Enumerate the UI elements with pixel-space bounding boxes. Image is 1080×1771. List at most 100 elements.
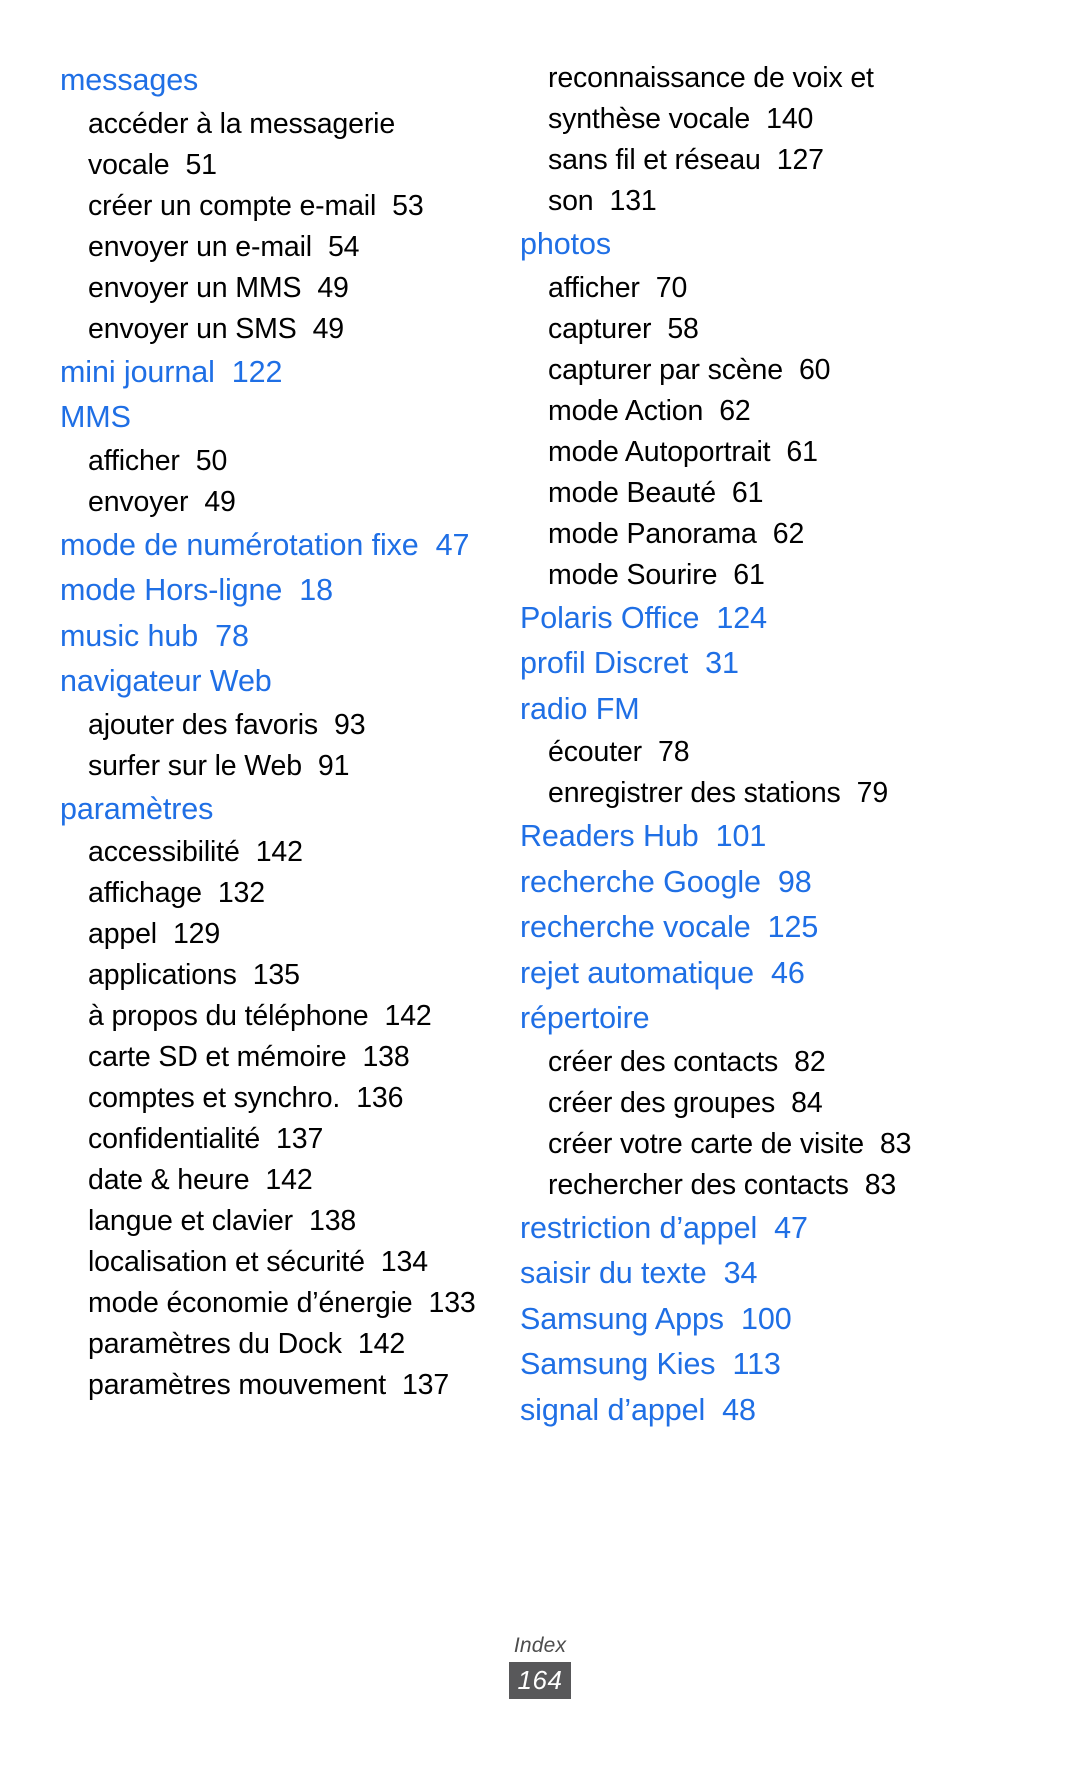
index-subentry-capturer[interactable]: capturer 58 [520,309,952,350]
index-subentry-label: mode Action [548,394,704,427]
index-subentry-page-number: 50 [195,444,228,477]
index-entry-label: photos [520,227,611,261]
index-entry-radio-fm[interactable]: radio FM [520,687,952,733]
index-entry-page-number: 31 [705,646,739,680]
index-subentry-carte-sd-et-memoire[interactable]: carte SD et mémoire 138 [60,1037,492,1078]
index-subentry-comptes-et-synchro[interactable]: comptes et synchro. 136 [60,1078,492,1119]
index-subentry-creer-des-groupes[interactable]: créer des groupes 84 [520,1083,952,1124]
index-entry-page-number: 34 [723,1256,758,1290]
index-group-profil-discret: profil Discret 31 [520,641,952,687]
index-entry-recherche-google[interactable]: recherche Google 98 [520,860,952,906]
index-subentry-surfer-sur-le-web[interactable]: surfer sur le Web 91 [60,746,492,787]
index-subentry-enregistrer-des-stations[interactable]: enregistrer des stations 79 [520,773,952,814]
index-subentry-confidentialite[interactable]: confidentialité 137 [60,1119,492,1160]
index-entry-mode-hors-ligne[interactable]: mode Hors-ligne 18 [60,568,492,614]
index-entry-polaris-office[interactable]: Polaris Office 124 [520,596,952,642]
index-subentry-envoyer-un-mms[interactable]: envoyer un MMS 49 [60,268,492,309]
index-entry-parametres[interactable]: paramètres [60,787,492,833]
index-subentry-acceder-a-la-messagerie-vocale[interactable]: accéder à la messagerie vocale 51 [60,104,492,186]
index-group-photos: photos afficher 70 capturer 58 capturer par s… [520,222,952,596]
index-subentry-label: afficher [548,271,640,304]
index-subentry-label: créer votre carte de visite [548,1127,864,1160]
index-subentry-page-number: 49 [317,271,349,304]
index-subentry-accessibilite[interactable]: accessibilité 142 [60,832,492,873]
index-subentry-page-number: 83 [864,1168,897,1201]
index-subentry-page-number: 70 [655,271,688,304]
index-entry-list-right: photos afficher 70 capturer 58 capturer par s… [520,222,952,1433]
index-entry-mini-journal[interactable]: mini journal 122 [60,350,492,396]
index-entry-repertoire[interactable]: répertoire [520,996,952,1042]
index-subentry-page-number: 58 [667,312,699,345]
index-group-rejet-automatique: rejet automatique 46 [520,951,952,997]
index-entry-list-left: messages accéder à la messagerie vocale 51… [60,58,492,1406]
index-entry-mms[interactable]: MMS [60,395,492,441]
index-subentry-envoyer-un-sms[interactable]: envoyer un SMS 49 [60,309,492,350]
index-group-samsung-apps: Samsung Apps 100 [520,1297,952,1343]
index-column-left: messages accéder à la messagerie vocale 51… [60,58,492,1406]
index-group-parametres: paramètres accessibilité 142 affichage 132 ap… [60,787,492,1407]
index-entry-label: mode Hors-ligne [60,573,283,607]
index-subentry-label: date & heure [88,1164,250,1196]
index-entry-rejet-automatique[interactable]: rejet automatique 46 [520,951,952,997]
index-subentry-list: accéder à la messagerie vocale 51 créer un… [60,104,492,350]
index-subentry-envoyer[interactable]: envoyer 49 [60,482,492,523]
index-entry-mode-de-numerotation-fixe[interactable]: mode de numérotation fixe 47 [60,523,492,569]
index-subentry-a-propos-du-telephone[interactable]: à propos du téléphone 142 [60,996,492,1037]
index-entry-samsung-kies[interactable]: Samsung Kies 113 [520,1342,952,1388]
index-subentry-mode-panorama[interactable]: mode Panorama 62 [520,514,952,555]
index-subentry-parametres-du-dock[interactable]: paramètres du Dock 142 [60,1324,492,1365]
index-subentry-label: paramètres du Dock [88,1328,342,1360]
index-subentry-mode-autoportrait[interactable]: mode Autoportrait 61 [520,432,952,473]
index-subentry-date-heure[interactable]: date & heure 142 [60,1160,492,1201]
index-entry-profil-discret[interactable]: profil Discret 31 [520,641,952,687]
index-subentry-sans-fil-et-reseau[interactable]: sans fil et réseau 127 [520,140,952,181]
index-subentry-ajouter-des-favoris[interactable]: ajouter des favoris 93 [60,705,492,746]
index-entry-saisir-du-texte[interactable]: saisir du texte 34 [520,1251,952,1297]
index-subentry-label: écouter [548,736,643,768]
index-subentry-envoyer-un-e-mail[interactable]: envoyer un e-mail 54 [60,227,492,268]
index-subentry-afficher[interactable]: afficher 70 [520,268,952,309]
index-subentry-affichage[interactable]: affichage 132 [60,873,492,914]
index-columns: messages accéder à la messagerie vocale 51… [60,58,1020,1488]
index-entry-recherche-vocale[interactable]: recherche vocale 125 [520,905,952,951]
index-subentry-mode-action[interactable]: mode Action 62 [520,391,952,432]
index-entry-label: radio FM [520,691,640,726]
index-subentry-applications[interactable]: applications 135 [60,955,492,996]
index-subentry-label: accéder à la messagerie vocale [88,107,396,181]
index-subentry-creer-votre-carte-de-visite[interactable]: créer votre carte de visite 83 [520,1124,952,1165]
index-subentry-afficher[interactable]: afficher 50 [60,441,492,482]
index-subentry-mode-sourire[interactable]: mode Sourire 61 [520,555,952,596]
index-entry-signal-d-appel[interactable]: signal d’appel 48 [520,1388,952,1434]
index-subentry-parametres-mouvement[interactable]: paramètres mouvement 137 [60,1365,492,1406]
index-subentry-creer-des-contacts[interactable]: créer des contacts 82 [520,1042,952,1083]
index-entry-page-number: 47 [774,1210,808,1245]
index-subentry-langue-et-clavier[interactable]: langue et clavier 138 [60,1201,492,1242]
index-entry-messages[interactable]: messages [60,58,492,104]
index-entry-photos[interactable]: photos [520,222,952,268]
index-subentry-capturer-par-scene[interactable]: capturer par scène 60 [520,350,952,391]
footer-section-label: Index [513,1634,567,1657]
index-subentry-mode-economie-d-energie[interactable]: mode économie d’énergie 133 [60,1283,492,1324]
index-subentry-list: ajouter des favoris 93 surfer sur le Web 91 [60,705,492,787]
index-subentry-mode-beaute[interactable]: mode Beauté 61 [520,473,952,514]
index-group-messages: messages accéder à la messagerie vocale 51… [60,58,492,350]
index-subentry-creer-un-compte-e-mail[interactable]: créer un compte e-mail 53 [60,186,492,227]
index-subentry-page-number: 133 [428,1287,476,1319]
index-entry-restriction-d-appel[interactable]: restriction d’appel 47 [520,1206,952,1252]
index-subentry-label: comptes et synchro. [88,1082,341,1114]
index-subentry-page-number: 132 [217,877,265,909]
index-subentry-page-number: 61 [786,435,818,468]
index-subentry-appel[interactable]: appel 129 [60,914,492,955]
index-entry-readers-hub[interactable]: Readers Hub 101 [520,814,952,860]
index-subentry-localisation-et-securite[interactable]: localisation et sécurité 134 [60,1242,492,1283]
index-subentry-son[interactable]: son 131 [520,181,952,222]
index-group-saisir-du-texte: saisir du texte 34 [520,1251,952,1297]
index-group-mini-journal: mini journal 122 [60,350,492,396]
index-entry-navigateur-web[interactable]: navigateur Web [60,659,492,705]
index-subentry-reconnaissance-de-voix-et-synthese-vocal[interactable]: reconnaissance de voix et synthèse vocal… [520,58,952,140]
index-entry-samsung-apps[interactable]: Samsung Apps 100 [520,1297,952,1343]
index-subentry-rechercher-des-contacts[interactable]: rechercher des contacts 83 [520,1165,952,1206]
index-entry-music-hub[interactable]: music hub 78 [60,614,492,660]
index-subentry-ecouter[interactable]: écouter 78 [520,732,952,773]
index-group-readers-hub: Readers Hub 101 [520,814,952,860]
